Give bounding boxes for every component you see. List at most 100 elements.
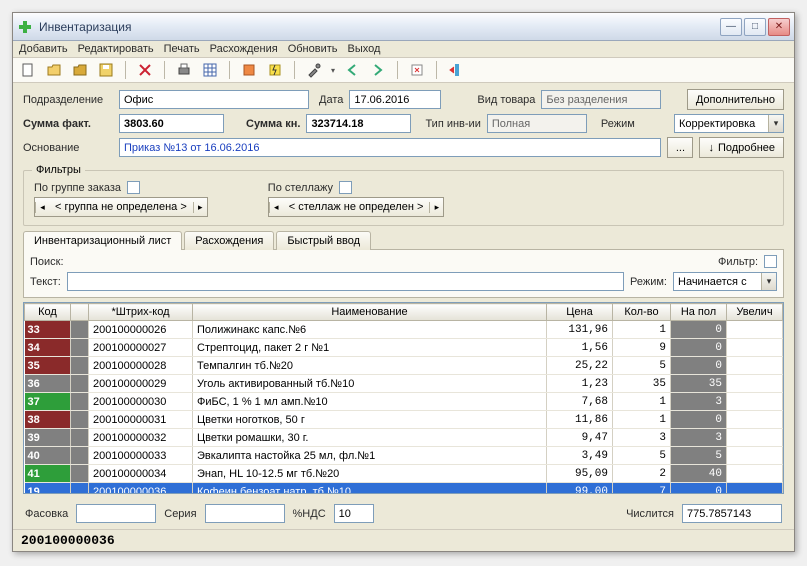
cell-qty: 5 [613, 447, 671, 465]
cell-qty: 5 [613, 357, 671, 375]
scan-icon[interactable] [240, 61, 258, 79]
filter-shelf-checkbox[interactable] [339, 181, 352, 194]
cell-price: 1,23 [547, 375, 613, 393]
toolbar-separator [294, 61, 295, 79]
cell-barcode: 200100000036 [89, 483, 193, 495]
pack-input[interactable] [76, 504, 156, 523]
inv-type-input [487, 114, 587, 133]
col-price[interactable]: Цена [547, 304, 613, 321]
sum-fact-input[interactable] [119, 114, 224, 133]
cell-gap [71, 447, 89, 465]
cell-gap [71, 339, 89, 357]
open-icon[interactable] [45, 61, 63, 79]
filter-order-checkbox[interactable] [127, 181, 140, 194]
data-table-wrap[interactable]: Код *Штрих-код Наименование Цена Кол-во … [23, 302, 784, 494]
col-inc[interactable]: Увелич [727, 304, 783, 321]
close-button[interactable]: ✕ [768, 18, 790, 36]
search-input[interactable] [67, 272, 624, 291]
save-icon[interactable] [97, 61, 115, 79]
cell-inc [727, 465, 783, 483]
vat-input[interactable] [334, 504, 374, 523]
more-button[interactable]: Дополнительно [687, 89, 784, 110]
menubar: Добавить Редактировать Печать Расхождени… [13, 41, 794, 58]
cell-shelf: 3 [671, 429, 727, 447]
menu-diff[interactable]: Расхождения [210, 43, 278, 55]
tab-inventory-sheet[interactable]: Инвентаризационный лист [23, 231, 182, 250]
cell-name: Эвкалипта настойка 25 мл, фл.№1 [193, 447, 547, 465]
col-qty[interactable]: Кол-во [613, 304, 671, 321]
prev-icon[interactable] [343, 61, 361, 79]
table-row[interactable]: 39200100000032Цветки ромашки, 30 г.9,473… [25, 429, 783, 447]
cell-name: Цветки ноготков, 50 г [193, 411, 547, 429]
cell-code: 38 [25, 411, 71, 429]
delete-icon[interactable] [136, 61, 154, 79]
filter-order-combo[interactable]: ◂ < группа не определена > ▸ [34, 197, 208, 217]
cell-barcode: 200100000031 [89, 411, 193, 429]
table-icon[interactable] [201, 61, 219, 79]
table-row[interactable]: 41200100000034Энап, HL 10-12.5 мг тб.№20… [25, 465, 783, 483]
filter-order-value: < группа не определена > [49, 201, 193, 213]
tools-dropdown-icon[interactable]: ▾ [331, 66, 335, 75]
cell-qty: 35 [613, 375, 671, 393]
col-barcode[interactable]: *Штрих-код [89, 304, 193, 321]
sum-kn-input[interactable] [306, 114, 411, 133]
col-shelf[interactable]: На пол [671, 304, 727, 321]
maximize-button[interactable]: □ [744, 18, 766, 36]
filter-order-label: По группе заказа [34, 182, 121, 194]
menu-print[interactable]: Печать [164, 43, 200, 55]
basis-ellipsis-button[interactable]: ... [667, 137, 693, 158]
cell-code: 33 [25, 321, 71, 339]
minimize-button[interactable]: — [720, 18, 742, 36]
cell-price: 1,56 [547, 339, 613, 357]
search-mode-combo[interactable]: Начинается с ▾ [673, 272, 777, 291]
filter-checkbox[interactable] [764, 255, 777, 268]
series-input[interactable] [205, 504, 285, 523]
date-input[interactable] [349, 90, 441, 109]
print-icon[interactable] [175, 61, 193, 79]
chevron-left-icon: ◂ [35, 202, 49, 213]
table-row[interactable]: 40200100000033Эвкалипта настойка 25 мл, … [25, 447, 783, 465]
chevron-down-icon[interactable]: ▾ [768, 115, 783, 132]
chevron-down-icon[interactable]: ▾ [761, 273, 776, 290]
cell-barcode: 200100000027 [89, 339, 193, 357]
col-gap[interactable] [71, 304, 89, 321]
flash-icon[interactable] [266, 61, 284, 79]
chevron-left-icon: ◂ [269, 202, 283, 213]
table-row[interactable]: 38200100000031Цветки ноготков, 50 г11,86… [25, 411, 783, 429]
table-row[interactable]: 33200100000026Полижинакс капс.№6131,9610 [25, 321, 783, 339]
col-name[interactable]: Наименование [193, 304, 547, 321]
vat-label: %НДС [293, 508, 326, 520]
tools-icon[interactable] [305, 61, 323, 79]
dept-input[interactable] [119, 90, 309, 109]
tab-discrepancies[interactable]: Расхождения [184, 231, 274, 250]
tab-quick-entry[interactable]: Быстрый ввод [276, 231, 371, 250]
cell-gap [71, 411, 89, 429]
cell-gap [71, 465, 89, 483]
cell-name: Цветки ромашки, 30 г. [193, 429, 547, 447]
filter-shelf-combo[interactable]: ◂ < стеллаж не определен > ▸ [268, 197, 445, 217]
col-code[interactable]: Код [25, 304, 71, 321]
mode-combo[interactable]: Корректировка ▾ [674, 114, 784, 133]
folder-icon[interactable] [71, 61, 89, 79]
table-row[interactable]: 34200100000027Стрептоцид, пакет 2 г №11,… [25, 339, 783, 357]
sum-fact-label: Сумма факт. [23, 118, 113, 130]
new-icon[interactable] [19, 61, 37, 79]
table-row[interactable]: 35200100000028Темпалгин тб.№2025,2250 [25, 357, 783, 375]
table-row[interactable]: 36200100000029Уголь активированный тб.№1… [25, 375, 783, 393]
exit-icon[interactable] [447, 61, 465, 79]
refresh-icon[interactable] [408, 61, 426, 79]
pack-label: Фасовка [25, 508, 68, 520]
menu-exit[interactable]: Выход [348, 43, 381, 55]
table-row[interactable]: 19200100000036Кофеин бензоат натр. тб.№1… [25, 483, 783, 495]
search-label: Поиск: [30, 256, 64, 268]
basis-input[interactable] [119, 138, 661, 157]
menu-refresh[interactable]: Обновить [288, 43, 338, 55]
detail-button[interactable]: ↓ Подробнее [699, 137, 784, 158]
counted-input[interactable] [682, 504, 782, 523]
search-mode-value: Начинается с [674, 273, 761, 290]
toolbar-separator [125, 61, 126, 79]
table-row[interactable]: 37200100000030ФиБС, 1 % 1 мл амп.№107,68… [25, 393, 783, 411]
menu-add[interactable]: Добавить [19, 43, 68, 55]
next-icon[interactable] [369, 61, 387, 79]
menu-edit[interactable]: Редактировать [78, 43, 154, 55]
